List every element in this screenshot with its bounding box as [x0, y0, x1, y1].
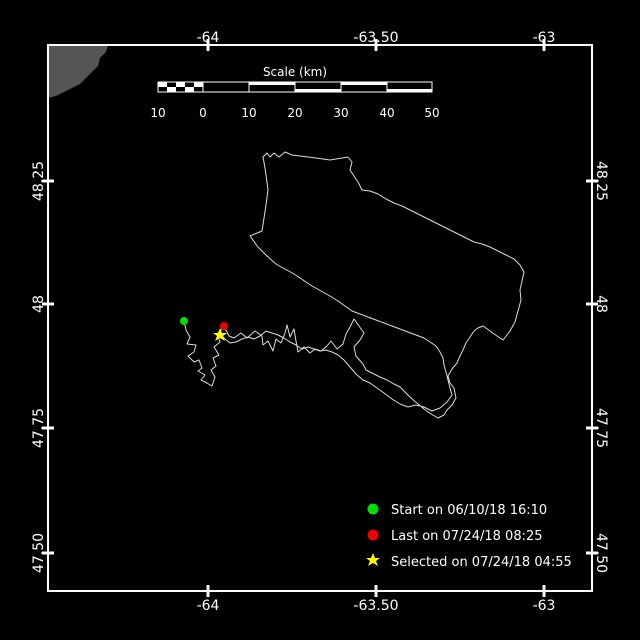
- scale-bar: Scale (km) 10 0 10 20 30 40 50: [150, 65, 439, 120]
- lat-label-right-3: 47.75: [593, 408, 609, 448]
- scale-title: Scale (km): [263, 65, 327, 79]
- lat-label-left-2: 48: [31, 295, 47, 313]
- lon-label-bottom-3: -63: [533, 598, 556, 614]
- lon-label-top-3: -63: [533, 30, 556, 46]
- green-circle-icon: [367, 503, 379, 515]
- lat-label-left-4: 47.50: [31, 533, 47, 573]
- scale-label-10: 10: [241, 106, 256, 120]
- lon-label-top-2: -63.50: [353, 30, 398, 46]
- lat-label-left-3: 47.75: [31, 408, 47, 448]
- drift-track: [183, 151, 525, 419]
- scale-label-30: 30: [333, 106, 348, 120]
- yellow-star-icon: [366, 553, 380, 566]
- lat-label-left-1: 48.25: [31, 161, 47, 201]
- lon-label-top-1: -64: [197, 30, 220, 46]
- scale-label-0: 0: [199, 106, 207, 120]
- lon-label-bottom-2: -63.50: [353, 598, 398, 614]
- drift-track-map: -64 -63.50 -63 -64 -63.50 -63 48.25 48 4…: [31, 30, 609, 614]
- lat-label-right-2: 48: [593, 295, 609, 313]
- lon-label-bottom-1: -64: [197, 598, 220, 614]
- lat-label-right-1: 48.25: [593, 161, 609, 201]
- legend-selected-text: Selected on 07/24/18 04:55: [391, 555, 572, 570]
- start-marker: [180, 317, 188, 325]
- scale-label-50: 50: [424, 106, 439, 120]
- scale-label-40: 40: [379, 106, 394, 120]
- scale-label-20: 20: [287, 106, 302, 120]
- last-marker: [220, 322, 228, 330]
- land-mass: [48, 45, 108, 98]
- lat-label-right-4: 47.50: [593, 533, 609, 573]
- legend: Start on 06/10/18 16:10 Last on 07/24/18…: [366, 503, 572, 570]
- legend-last-text: Last on 07/24/18 08:25: [391, 529, 543, 544]
- red-circle-icon: [367, 529, 379, 541]
- legend-start-text: Start on 06/10/18 16:10: [391, 503, 547, 518]
- scale-label-10-left: 10: [150, 106, 165, 120]
